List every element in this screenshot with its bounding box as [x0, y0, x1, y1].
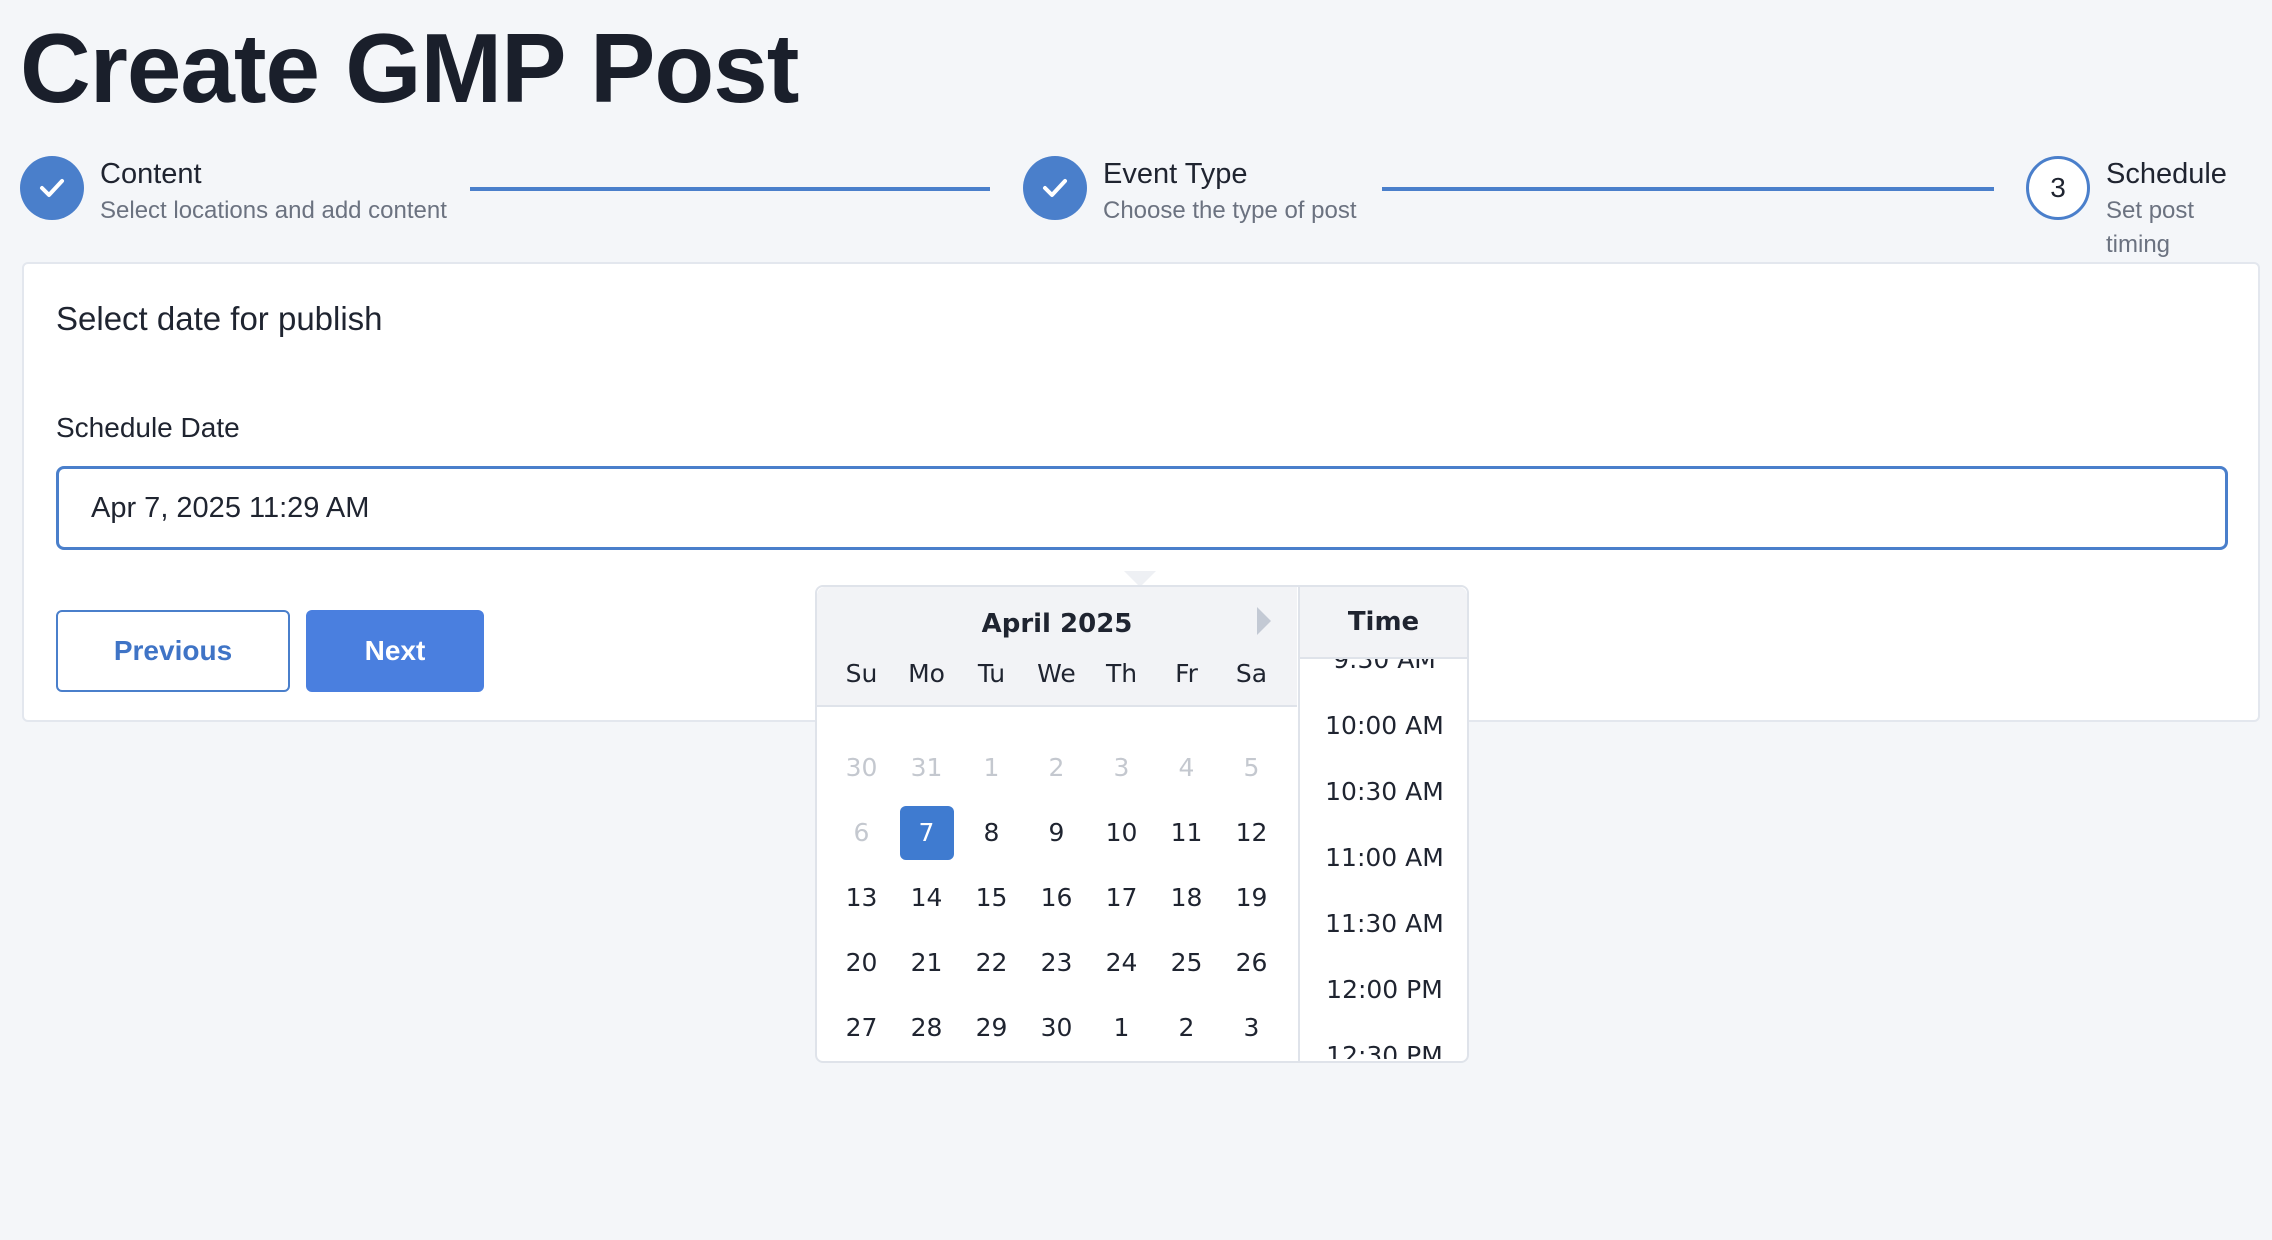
step-complete-indicator [20, 156, 84, 220]
calendar-day[interactable]: 11 [1160, 806, 1214, 860]
stepper: Content Select locations and add content… [20, 150, 2260, 258]
calendar-day[interactable]: 3 [1095, 741, 1149, 795]
calendar-day[interactable]: 20 [835, 936, 889, 990]
calendar-day[interactable]: 6 [835, 806, 889, 860]
calendar-day[interactable]: 5 [1225, 741, 1279, 795]
time-option[interactable]: 12:00 PM [1300, 975, 1469, 1004]
step-connector [1382, 187, 1994, 191]
calendar-day[interactable]: 23 [1030, 936, 1084, 990]
calendar-day[interactable]: 2 [1160, 1001, 1214, 1055]
step-title: Content [100, 158, 202, 190]
weekday-label: We [1037, 659, 1076, 688]
next-month-icon[interactable] [1257, 607, 1271, 635]
calendar-days-grid: 30 31 1 2 3 4 5 6 7 8 9 10 11 12 13 14 15 16 17 18 19 20 21 22 2… [829, 735, 1284, 1060]
calendar-day[interactable]: 1 [1095, 1001, 1149, 1055]
step-content: Content Select locations and add content [20, 156, 447, 228]
calendar-day[interactable]: 30 [1030, 1001, 1084, 1055]
step-title: Event Type [1103, 158, 1248, 190]
time-option[interactable]: 10:30 AM [1300, 777, 1469, 806]
calendar-day[interactable]: 27 [835, 1001, 889, 1055]
time-column: Time 9:30 AM 10:00 AM 10:30 AM 11:00 AM 11:3… [1298, 587, 1467, 1061]
weekday-label: Mo [908, 659, 945, 688]
next-button[interactable]: Next [306, 610, 484, 692]
calendar-day[interactable]: 22 [965, 936, 1019, 990]
time-list[interactable]: 9:30 AM 10:00 AM 10:30 AM 11:00 AM 11:30 AM 1… [1300, 659, 1469, 1059]
time-option[interactable]: 11:30 AM [1300, 909, 1469, 938]
checkmark-icon [1043, 179, 1067, 197]
schedule-date-input[interactable] [56, 466, 2228, 550]
calendar-day[interactable]: 26 [1225, 936, 1279, 990]
calendar-day[interactable]: 8 [965, 806, 1019, 860]
checkmark-icon [40, 179, 64, 197]
step-title: Schedule [2106, 158, 2227, 190]
calendar-day[interactable]: 1 [965, 741, 1019, 795]
step-number-indicator: 3 [2026, 156, 2090, 220]
calendar-day[interactable]: 12 [1225, 806, 1279, 860]
calendar-day[interactable]: 4 [1160, 741, 1214, 795]
weekday-label: Tu [977, 659, 1006, 688]
datepicker-popup: April 2025 Su Mo Tu We Th Fr Sa 30 31 1 2 3 4 5 6 7 8 9 1… [815, 585, 1469, 1063]
step-event-type: Event Type Choose the type of post [1023, 156, 1357, 228]
calendar-day[interactable]: 9 [1030, 806, 1084, 860]
weekday-label: Su [845, 659, 878, 688]
step-schedule: 3 Schedule Set post timing [2026, 156, 2260, 262]
calendar-header: April 2025 Su Mo Tu We Th Fr Sa [817, 587, 1297, 707]
calendar-day[interactable]: 16 [1030, 871, 1084, 925]
calendar: April 2025 Su Mo Tu We Th Fr Sa 30 31 1 2 3 4 5 6 7 8 9 1… [817, 587, 1297, 1061]
calendar-day[interactable]: 29 [965, 1001, 1019, 1055]
previous-button[interactable]: Previous [56, 610, 290, 692]
calendar-day[interactable]: 18 [1160, 871, 1214, 925]
calendar-day[interactable]: 3 [1225, 1001, 1279, 1055]
time-option[interactable]: 11:00 AM [1300, 843, 1469, 872]
step-complete-indicator [1023, 156, 1087, 220]
calendar-day[interactable]: 2 [1030, 741, 1084, 795]
weekday-label: Sa [1235, 659, 1268, 688]
weekday-label: Fr [1175, 659, 1198, 688]
calendar-day[interactable]: 30 [835, 741, 889, 795]
step-subtitle: Set post timing [2106, 197, 2195, 258]
page-title: Create GMP Post [20, 13, 799, 123]
step-subtitle: Select locations and add content [100, 197, 447, 224]
time-header: Time [1300, 587, 1467, 659]
calendar-day[interactable]: 25 [1160, 936, 1214, 990]
calendar-day[interactable]: 14 [900, 871, 954, 925]
calendar-day[interactable]: 10 [1095, 806, 1149, 860]
calendar-day[interactable]: 28 [900, 1001, 954, 1055]
calendar-day-selected[interactable]: 7 [899, 805, 954, 860]
step-connector [470, 187, 990, 191]
weekday-row: Su Mo Tu We Th Fr Sa [829, 659, 1284, 688]
section-title: Select date for publish [56, 300, 383, 337]
calendar-day[interactable]: 24 [1095, 936, 1149, 990]
calendar-day[interactable]: 17 [1095, 871, 1149, 925]
calendar-day[interactable]: 13 [835, 871, 889, 925]
schedule-date-label: Schedule Date [56, 412, 240, 443]
time-option[interactable]: 10:00 AM [1300, 711, 1469, 740]
step-subtitle: Choose the type of post [1103, 197, 1357, 224]
calendar-day[interactable]: 15 [965, 871, 1019, 925]
calendar-day[interactable]: 31 [900, 741, 954, 795]
calendar-day[interactable]: 19 [1225, 871, 1279, 925]
time-option[interactable]: 12:30 PM [1300, 1041, 1469, 1059]
month-label: April 2025 [981, 609, 1133, 639]
weekday-label: Th [1105, 659, 1138, 688]
calendar-day[interactable]: 21 [900, 936, 954, 990]
time-option[interactable]: 9:30 AM [1300, 659, 1469, 674]
